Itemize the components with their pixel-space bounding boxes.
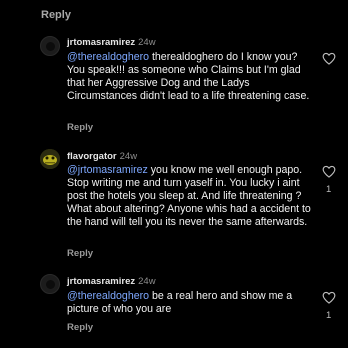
reply-button-top[interactable]: Reply	[41, 9, 71, 21]
like-count: 1	[326, 184, 332, 195]
timestamp: 24w	[138, 276, 156, 287]
avatar[interactable]	[40, 149, 60, 169]
reply-button[interactable]: Reply	[67, 322, 93, 333]
avatar[interactable]	[40, 36, 60, 56]
heart-icon[interactable]	[322, 291, 336, 304]
mention-link[interactable]: @therealdoghero	[67, 51, 149, 63]
reply-button[interactable]: Reply	[67, 248, 93, 259]
comment-text: @therealdoghero therealdoghero do I know…	[67, 51, 310, 102]
username[interactable]: jrtomasramirez	[67, 276, 135, 287]
comment-meta: jrtomasramirez 24w	[67, 276, 156, 287]
like-count: 1	[326, 310, 332, 321]
reply-button[interactable]: Reply	[67, 122, 93, 133]
comment-text: @jrtomasramirez you know me well enough …	[67, 164, 311, 228]
timestamp: 24w	[138, 37, 156, 48]
gator-avatar-icon	[40, 149, 60, 169]
comment-text: @therealdoghero be a real hero and show …	[67, 290, 293, 315]
avatar[interactable]	[40, 274, 60, 294]
comment-meta: jrtomasramirez 24w	[67, 37, 156, 48]
username[interactable]: jrtomasramirez	[67, 37, 135, 48]
heart-icon[interactable]	[322, 165, 336, 178]
mention-link[interactable]: @therealdoghero	[67, 290, 149, 302]
comment-meta: flavorgator 24w	[67, 151, 137, 162]
username[interactable]: flavorgator	[67, 151, 117, 162]
mention-link[interactable]: @jrtomasramirez	[67, 164, 148, 176]
heart-icon[interactable]	[322, 52, 336, 65]
timestamp: 24w	[119, 151, 138, 162]
